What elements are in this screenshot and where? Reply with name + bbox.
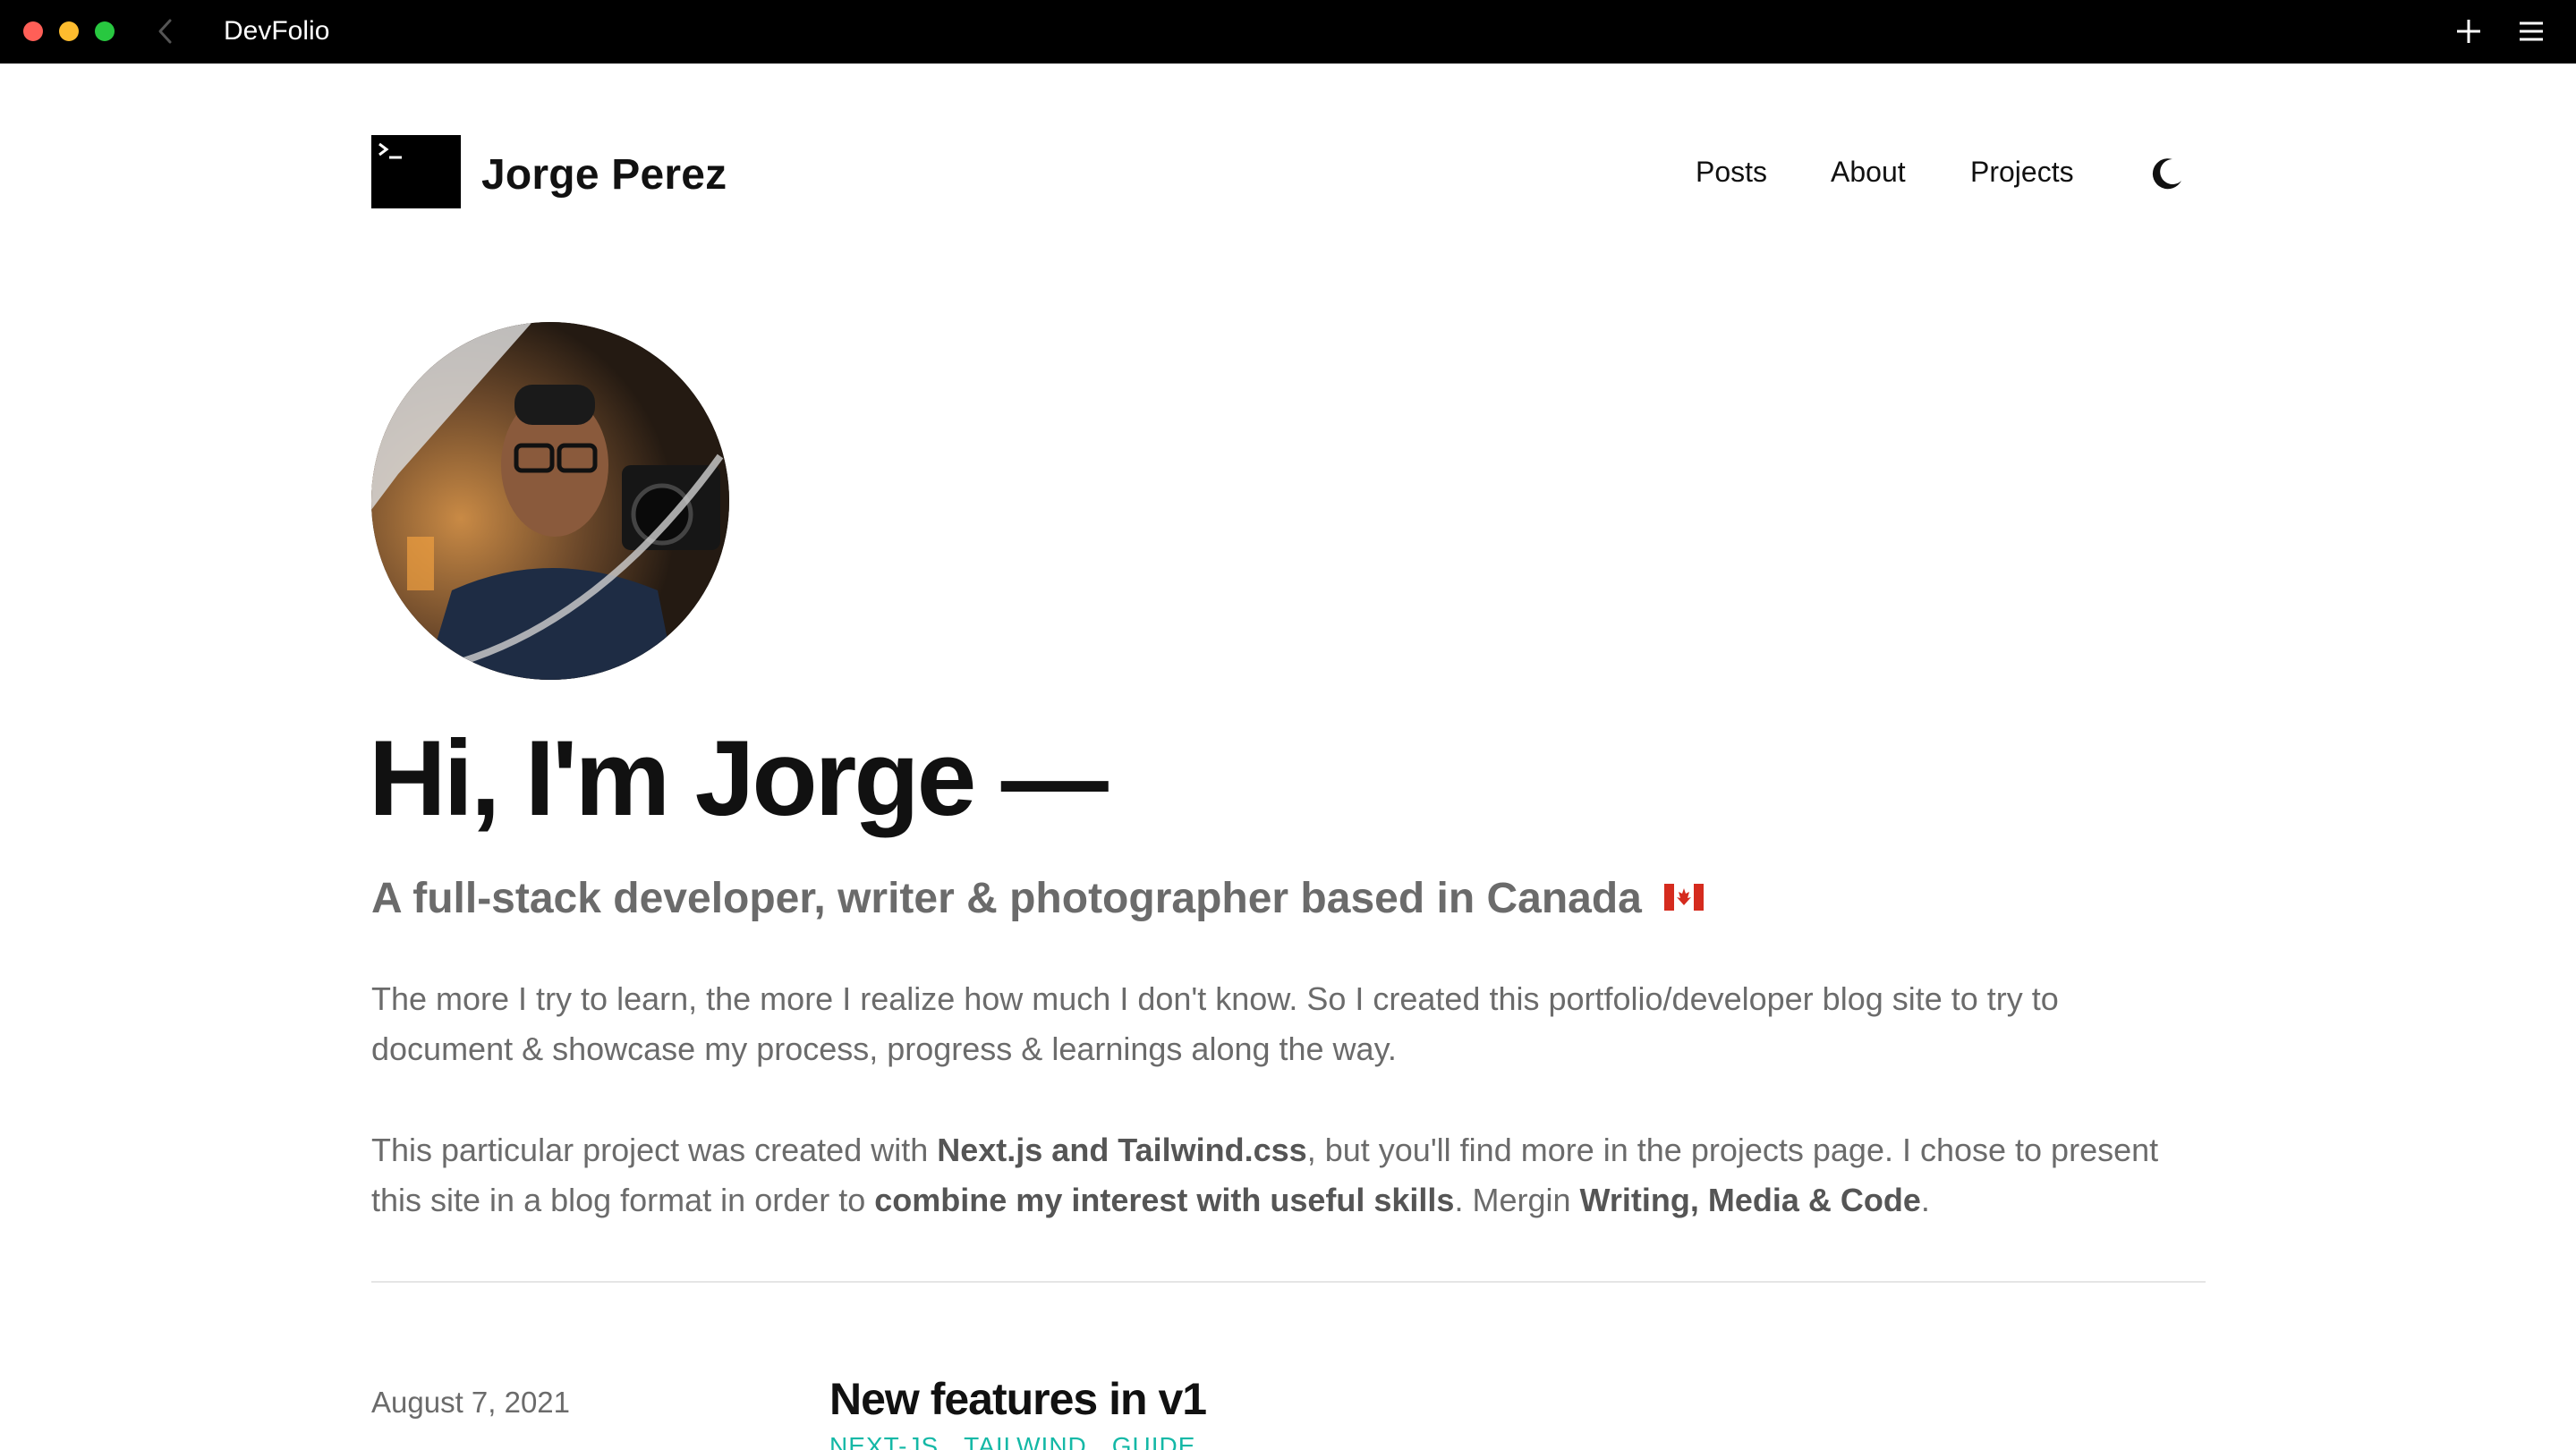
post-date: August 7, 2021: [371, 1386, 571, 1419]
nav-link-about[interactable]: About: [1831, 154, 1906, 190]
post-tags: NEXT-JS TAILWIND GUIDE: [829, 1431, 1195, 1450]
site-name[interactable]: Jorge Perez: [481, 150, 727, 200]
canada-flag-icon: [1664, 870, 1705, 924]
project-paragraph-text-1: This particular project was created with: [371, 1132, 938, 1168]
nav-link-projects[interactable]: Projects: [1970, 154, 2074, 190]
project-paragraph-bold-2: combine my interest with useful skills: [874, 1182, 1455, 1218]
nav-link-posts[interactable]: Posts: [1696, 154, 1767, 190]
close-window-button[interactable]: [23, 21, 43, 41]
tag-link[interactable]: TAILWIND: [964, 1431, 1087, 1450]
intro-paragraph: The more I try to learn, the more I real…: [371, 980, 2059, 1067]
hero-subtitle: A full-stack developer, writer & photogr…: [371, 870, 1705, 928]
project-paragraph-bold-1: Next.js and Tailwind.css: [937, 1132, 1307, 1168]
post-title-link[interactable]: New features in v1: [829, 1372, 1207, 1426]
window-title: DevFolio: [224, 16, 330, 46]
project-paragraph-text-3: . Mergin: [1454, 1182, 1580, 1218]
project-paragraph-text-4: .: [1920, 1182, 1930, 1218]
window-titlebar: DevFolio: [0, 0, 2576, 64]
tag-link[interactable]: NEXT-JS: [829, 1431, 939, 1450]
back-icon[interactable]: [152, 16, 179, 47]
moon-icon[interactable]: [2146, 154, 2187, 195]
project-paragraph: This particular project was created with…: [371, 1125, 2206, 1225]
terminal-icon[interactable]: [371, 135, 461, 208]
section-divider: [371, 1281, 2206, 1283]
hero-title: Hi, I'm Jorge —: [369, 718, 1109, 838]
hero-subtitle-text: A full-stack developer, writer & photogr…: [371, 875, 1642, 922]
tag-link[interactable]: GUIDE: [1112, 1431, 1196, 1450]
maximize-window-button[interactable]: [95, 21, 115, 41]
plus-icon[interactable]: [2453, 16, 2484, 47]
project-paragraph-bold-3: Writing, Media & Code: [1579, 1182, 1921, 1218]
avatar: [371, 322, 729, 680]
menu-icon[interactable]: [2516, 16, 2546, 47]
minimize-window-button[interactable]: [59, 21, 79, 41]
